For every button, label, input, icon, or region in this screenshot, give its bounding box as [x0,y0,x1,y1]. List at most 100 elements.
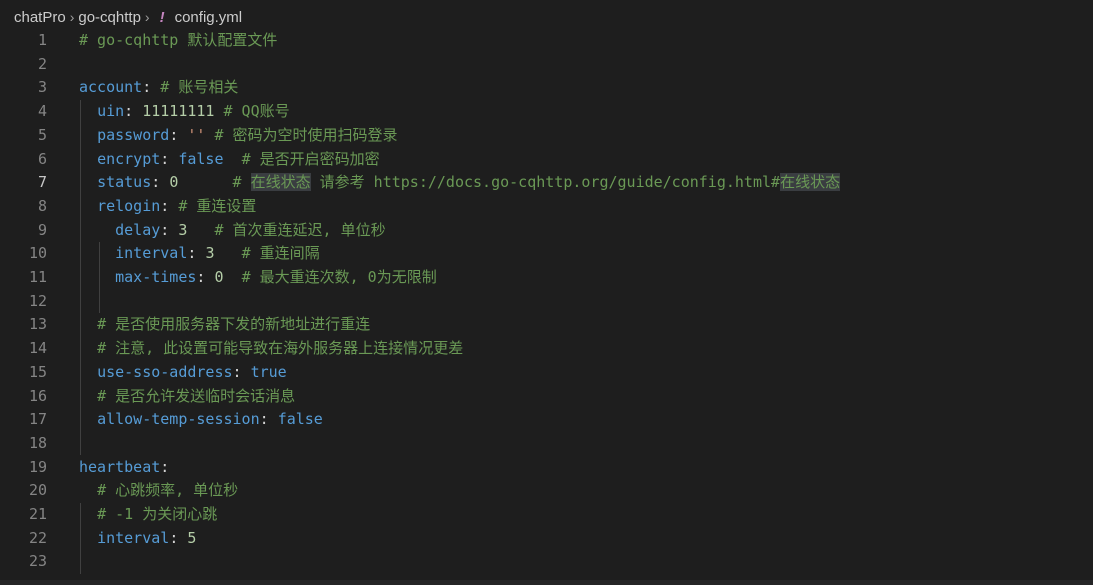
code-line[interactable]: 22 interval: 5 [0,527,1093,551]
code-text: use-sso-address: true [79,361,287,385]
code-text: # -1 为关闭心跳 [79,503,217,527]
code-token: 在线状态 [780,173,841,192]
breadcrumb-folder-chatpro[interactable]: chatPro [14,9,66,26]
code-text: status: 0 # 在线状态 请参考 https://docs.go-cqh… [79,171,841,195]
code-line[interactable]: 10 interval: 3 # 重连间隔 [0,242,1093,266]
code-text: interval: 3 # 重连间隔 [79,242,320,266]
code-line[interactable]: 17 allow-temp-session: false [0,408,1093,432]
line-number: 21 [28,505,47,523]
code-line[interactable]: 5 password: '' # 密码为空时使用扫码登录 [0,124,1093,148]
code-token: heartbeat [79,457,161,476]
code-token: delay [115,220,161,239]
code-token: max-times [115,268,197,286]
yaml-file-icon: ! [159,8,165,26]
breadcrumb-file-config[interactable]: config.yml [175,9,243,26]
code-text: encrypt: false # 是否开启密码加密 [79,148,380,172]
code-text: uin: 11111111 # QQ账号 [79,100,290,124]
code-line[interactable]: 23 [0,550,1093,574]
code-text: password: '' # 密码为空时使用扫码登录 [79,124,398,148]
code-token: 0 [169,173,179,192]
code-token: '' [187,125,206,144]
line-number: 11 [28,268,47,286]
code-token: use-sso-address [97,362,233,381]
line-number: 13 [28,315,47,334]
code-token: # 注意, 此设置可能导致在海外服务器上连接情况更差 [97,339,464,358]
code-token: : [160,196,179,215]
code-token: # 首次重连延迟, 单位秒 [214,220,386,239]
code-token: # 密码为空时使用扫码登录 [214,125,398,144]
code-line[interactable]: 12 [0,290,1093,314]
code-token: 5 [187,528,197,547]
code-text: # go-cqhttp 默认配置文件 [79,29,277,53]
code-line[interactable]: 7 status: 0 # 在线状态 请参考 https://docs.go-c… [0,171,1093,195]
code-line[interactable]: 15 use-sso-address: true [0,361,1093,385]
code-token: : [169,528,188,547]
line-number: 7 [37,173,47,192]
line-number: 14 [28,339,47,358]
code-token: interval [97,528,170,547]
code-line[interactable]: 11 max-times: 0 # 最大重连次数, 0为无限制 [0,266,1093,290]
line-number: 12 [28,291,47,310]
line-number: 4 [37,102,47,121]
code-line[interactable]: 13 # 是否使用服务器下发的新地址进行重连 [0,313,1093,337]
line-number: 16 [28,386,47,405]
code-line[interactable]: 9 delay: 3 # 首次重连延迟, 单位秒 [0,219,1093,243]
code-text: interval: 5 [79,527,196,551]
code-line[interactable]: 4 uin: 11111111 # QQ账号 [0,100,1093,124]
code-line[interactable]: 1 # go-cqhttp 默认配置文件 [0,29,1093,53]
code-token: relogin [97,196,161,215]
code-line[interactable]: 14 # 注意, 此设置可能导致在海外服务器上连接情况更差 [0,337,1093,361]
code-line[interactable]: 21 # -1 为关闭心跳 [0,503,1093,527]
code-text: delay: 3 # 首次重连延迟, 单位秒 [79,219,386,243]
code-token: encrypt [97,149,161,168]
code-token: : [169,125,188,144]
line-number: 17 [28,410,47,429]
code-line[interactable]: 18 [0,432,1093,456]
code-token: : [142,78,161,97]
code-token: account [79,78,143,97]
code-token: 在线状态 [250,173,311,192]
code-token: # QQ账号 [223,102,290,121]
code-text: # 是否允许发送临时会话消息 [79,385,295,409]
code-line[interactable]: 19 heartbeat: [0,456,1093,480]
code-text: max-times: 0 # 最大重连次数, 0为无限制 [79,266,437,290]
code-token: : [196,268,215,286]
code-token: status [97,173,152,192]
code-token: : [160,457,170,476]
breadcrumb-folder-go-cqhttp[interactable]: go-cqhttp [78,9,141,26]
line-number: 22 [28,528,47,547]
code-line[interactable]: 3 account: # 账号相关 [0,76,1093,100]
code-line[interactable]: 20 # 心跳频率, 单位秒 [0,479,1093,503]
code-editor[interactable]: 1 # go-cqhttp 默认配置文件 2 3 account: # 账号相关 4 ui… [0,29,1093,585]
code-text: # 心跳频率, 单位秒 [79,479,238,503]
code-token: uin [97,102,125,121]
code-line[interactable]: 2 [0,53,1093,77]
code-token: true [250,362,287,381]
code-token: # 是否开启密码加密 [241,149,380,168]
line-number: 2 [37,54,47,73]
code-token: # 重连间隔 [241,244,320,263]
code-line[interactable]: 8 relogin: # 重连设置 [0,195,1093,219]
code-line[interactable]: 6 encrypt: false # 是否开启密码加密 [0,148,1093,172]
code-line[interactable]: 16 # 是否允许发送临时会话消息 [0,385,1093,409]
line-number: 15 [28,362,47,381]
line-number: 1 [37,31,47,49]
code-text: allow-temp-session: false [79,408,323,432]
code-token: : [124,102,143,121]
